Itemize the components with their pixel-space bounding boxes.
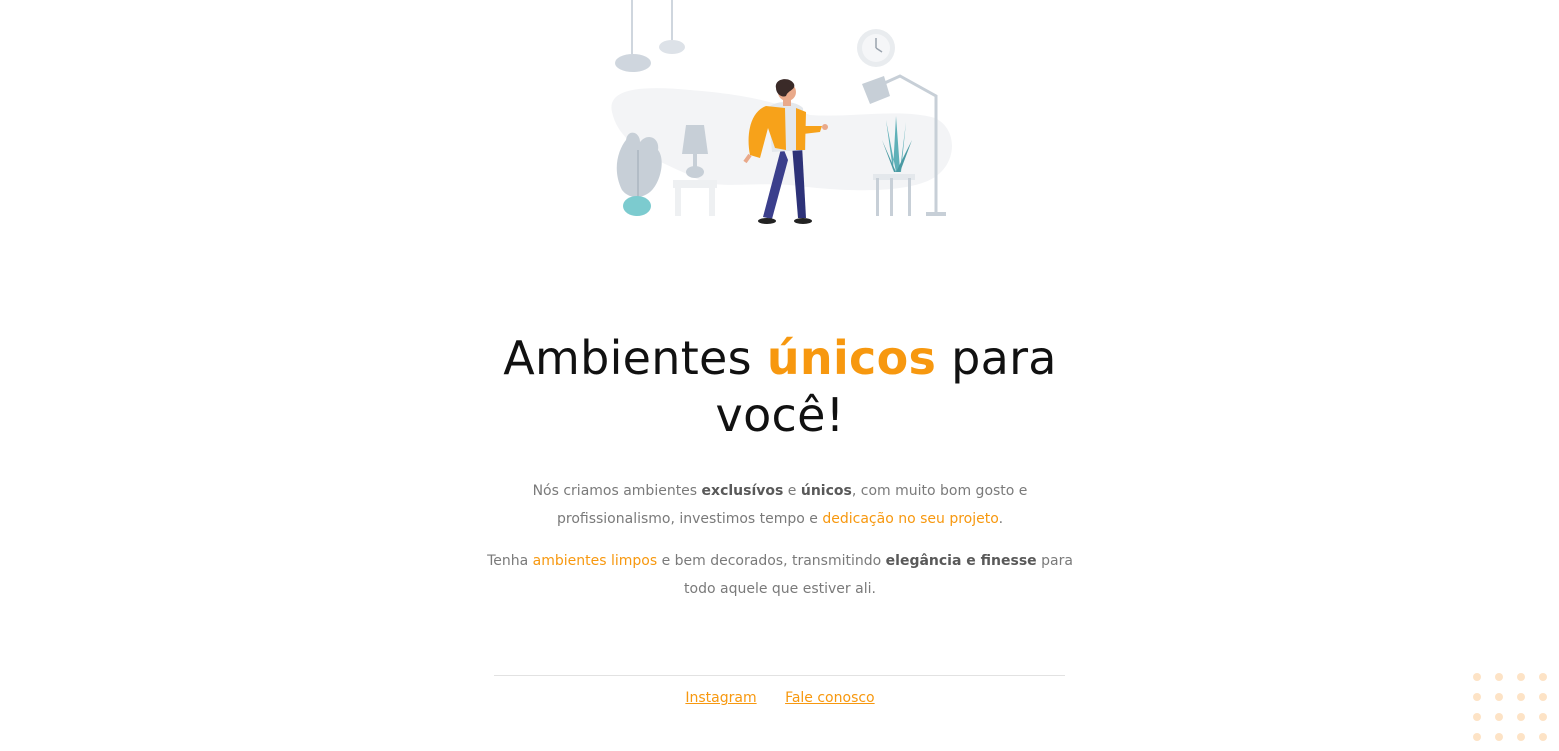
- intro-text: e: [783, 483, 801, 499]
- secondary-highlight: ambientes limpos: [532, 553, 658, 569]
- intro-emphasis: únicos: [800, 483, 852, 499]
- footer-links: Instagram Fale conosco: [480, 688, 1080, 708]
- intro-highlight: dedicação no seu projeto: [822, 511, 999, 527]
- footer-divider: [494, 675, 1065, 676]
- contact-link[interactable]: Fale conosco: [785, 690, 875, 706]
- plant-pot-icon: [623, 196, 651, 216]
- intro-emphasis: exclusívos: [701, 483, 784, 499]
- secondary-emphasis: elegância e finesse: [885, 553, 1037, 569]
- secondary-paragraph: Tenha ambientes limpos e bem decorados, …: [480, 547, 1080, 603]
- title-accent-word: únicos: [766, 331, 937, 385]
- secondary-text: Tenha: [487, 553, 533, 569]
- hero-illustration: [611, 0, 952, 224]
- page-title: Ambientes únicos para você!: [480, 330, 1080, 444]
- dot-grid-decoration: [1473, 673, 1547, 741]
- table-lamp-icon: [682, 125, 708, 154]
- pendant-lamp-icon: [615, 54, 651, 72]
- intro-text: .: [998, 511, 1004, 527]
- pendant-lamp-icon: [659, 40, 685, 54]
- intro-paragraph: Nós criamos ambientes exclusívos e único…: [480, 477, 1080, 533]
- secondary-text: e bem decorados, transmitindo: [657, 553, 886, 569]
- intro-text: Nós criamos ambientes: [532, 483, 702, 499]
- instagram-link[interactable]: Instagram: [685, 690, 756, 706]
- plant-icon: [616, 132, 662, 198]
- title-text-part: Ambientes: [503, 331, 767, 385]
